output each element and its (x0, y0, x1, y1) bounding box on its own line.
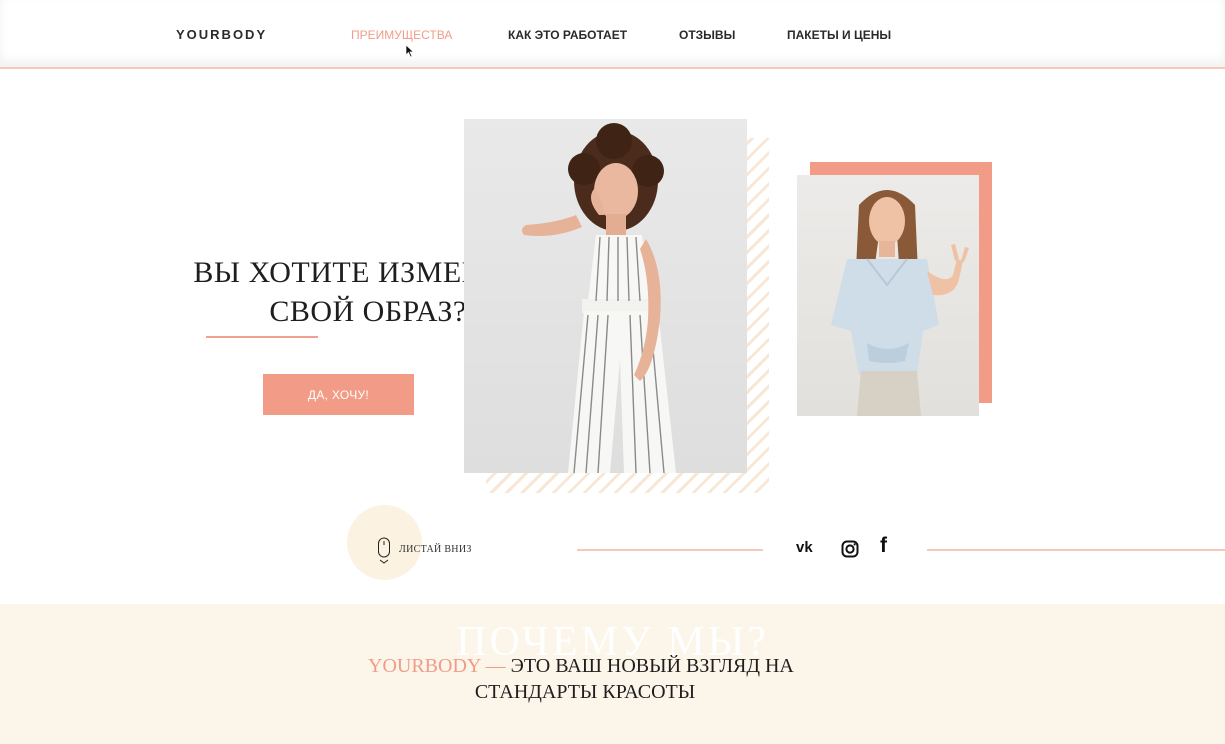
facebook-icon-label: f (880, 534, 887, 557)
why-us-tagline-rest: ЭТО ВАШ НОВЫЙ ВЗГЛЯД НА (505, 655, 794, 677)
site-logo[interactable]: YOURBODY (176, 27, 267, 42)
why-us-tagline-line1: YOURBODY — ЭТО ВАШ НОВЫЙ ВЗГЛЯД НА (368, 655, 794, 678)
hero-photo-smiling-woman (797, 175, 979, 416)
mouse-cursor-icon (405, 44, 415, 58)
nav-item-packages-prices[interactable]: ПАКЕТЫ И ЦЕНЫ (787, 28, 891, 42)
instagram-icon[interactable] (840, 539, 862, 561)
nav-item-advantages[interactable]: ПРЕИМУЩЕСТВА (351, 28, 452, 42)
divider-right (927, 549, 1225, 551)
vk-icon[interactable]: vk (796, 539, 818, 561)
cta-button[interactable]: ДА, ХОЧУ! (263, 374, 414, 415)
why-us-brand: YOURBODY — (368, 655, 506, 677)
divider-left (577, 549, 763, 551)
facebook-icon[interactable]: f (880, 534, 902, 557)
scroll-down-label[interactable]: ЛИСТАЙ ВНИЗ (399, 544, 472, 555)
why-us-section: ПОЧЕМУ МЫ? YOURBODY — ЭТО ВАШ НОВЫЙ ВЗГЛ… (0, 604, 1225, 744)
nav-item-reviews[interactable]: ОТЗЫВЫ (679, 28, 735, 42)
hero-photo-curly-woman (464, 119, 747, 473)
site-header: YOURBODY ПРЕИМУЩЕСТВА КАК ЭТО РАБОТАЕТ О… (0, 0, 1225, 69)
woman-peace-sign-illustration (831, 190, 969, 416)
vk-icon-label: vk (796, 539, 813, 556)
why-us-tagline-line2: СТАНДАРТЫ КРАСОТЫ (474, 681, 696, 703)
mouse-scroll-icon[interactable] (377, 537, 391, 565)
hero-underline (206, 336, 318, 338)
woman-striped-jumpsuit-illustration (521, 123, 676, 473)
nav-item-how-it-works[interactable]: КАК ЭТО РАБОТАЕТ (508, 28, 627, 42)
